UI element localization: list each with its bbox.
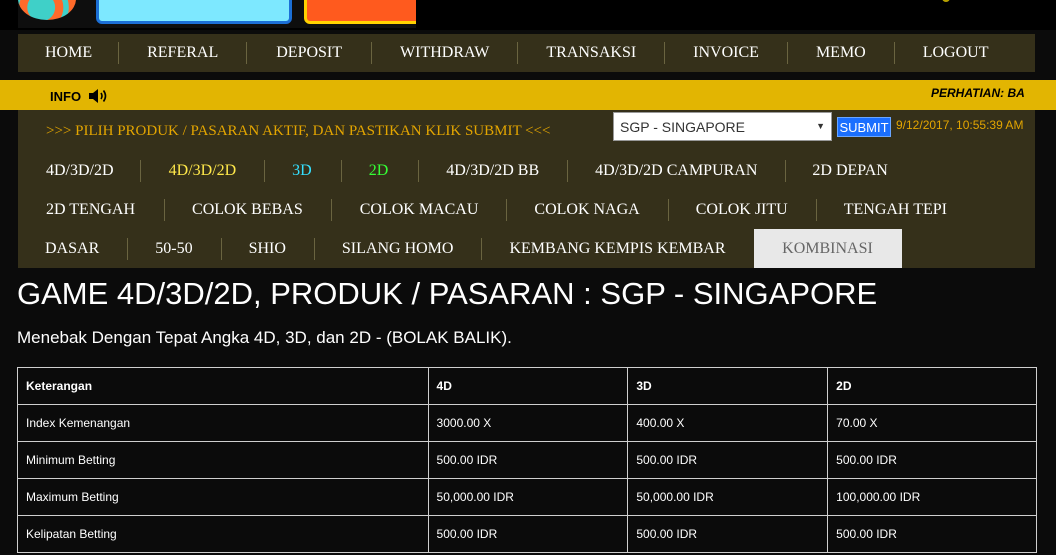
table-header-row: Keterangan 4D 3D 2D — [17, 367, 1037, 405]
submit-button[interactable]: SUBMIT — [837, 117, 891, 137]
game-tabs-row-1: 4D/3D/2D 4D/3D/2D 3D 2D 4D/3D/2D BB 4D/3… — [18, 151, 908, 190]
column-header: 3D — [627, 367, 829, 405]
table-cell: 500.00 IDR — [427, 441, 629, 479]
main-nav: HOME REFERAL DEPOSIT WITHDRAW TRANSAKSI … — [18, 34, 1035, 72]
status-dot-icon — [942, 0, 950, 2]
nav-deposit[interactable]: DEPOSIT — [247, 34, 371, 72]
tab-tengah-tepi[interactable]: TENGAH TEPI — [817, 190, 967, 229]
nav-withdraw[interactable]: WITHDRAW — [372, 34, 517, 72]
tab-4d3d2d-alt[interactable]: 4D/3D/2D — [141, 151, 265, 190]
table-cell: 70.00 X — [827, 404, 1037, 442]
nav-referal[interactable]: REFERAL — [119, 34, 246, 72]
game-tabs-row-2: 2D TENGAH COLOK BEBAS COLOK MACAU COLOK … — [18, 190, 967, 229]
tab-kembang-kempis-kembar[interactable]: KEMBANG KEMPIS KEMBAR — [482, 229, 753, 268]
market-select-value: SGP - SINGAPORE — [620, 119, 745, 135]
site-logo[interactable] — [18, 0, 416, 28]
game-rules-table: Keterangan 4D 3D 2D Index Kemenangan 300… — [17, 367, 1037, 553]
tab-2d-tengah[interactable]: 2D TENGAH — [18, 190, 164, 229]
market-select[interactable]: SGP - SINGAPORE ▼ — [613, 112, 832, 141]
info-bar: INFO PERHATIAN: BA — [0, 80, 1056, 110]
nav-invoice[interactable]: INVOICE — [665, 34, 787, 72]
server-datetime: 9/12/2017, 10:55:39 AM — [896, 118, 1024, 132]
table-row: Minimum Betting 500.00 IDR 500.00 IDR 50… — [17, 441, 1037, 479]
table-cell: Index Kemenangan — [17, 404, 429, 442]
column-header: 4D — [427, 367, 629, 405]
game-tabs-row-3: DASAR 50-50 SHIO SILANG HOMO KEMBANG KEM… — [18, 229, 902, 268]
column-header: Keterangan — [17, 367, 429, 405]
logo-wordmark-right — [304, 0, 416, 24]
chevron-down-icon: ▼ — [816, 121, 825, 131]
table-cell: 50,000.00 IDR — [627, 478, 829, 516]
select-instruction: >>> PILIH PRODUK / PASARAN AKTIF, DAN PA… — [46, 123, 551, 139]
table-row: Maximum Betting 50,000.00 IDR 50,000.00 … — [17, 478, 1037, 516]
tab-4d3d2d-campuran[interactable]: 4D/3D/2D CAMPURAN — [568, 151, 785, 190]
tab-dasar[interactable]: DASAR — [18, 229, 127, 268]
table-cell: Maximum Betting — [17, 478, 429, 516]
table-cell: 50,000.00 IDR — [427, 478, 629, 516]
tab-2d-depan[interactable]: 2D DEPAN — [786, 151, 907, 190]
table-cell: 500.00 IDR — [427, 515, 629, 553]
tab-colok-jitu[interactable]: COLOK JITU — [669, 190, 816, 229]
tab-shio[interactable]: SHIO — [222, 229, 314, 268]
lottery-ball-logo-icon — [18, 0, 76, 20]
table-cell: 500.00 IDR — [827, 441, 1037, 479]
tab-colok-macau[interactable]: COLOK MACAU — [332, 190, 507, 229]
tab-kombinasi[interactable]: KOMBINASI — [753, 229, 902, 268]
table-cell: 500.00 IDR — [627, 515, 829, 553]
logo-wordmark-left — [96, 0, 292, 24]
tab-50-50[interactable]: 50-50 — [128, 229, 220, 268]
announcement-marquee: PERHATIAN: BA — [931, 86, 1025, 100]
info-label: INFO — [50, 89, 82, 104]
nav-memo[interactable]: MEMO — [788, 34, 894, 72]
tab-2d[interactable]: 2D — [342, 151, 419, 190]
game-description: Menebak Dengan Tepat Angka 4D, 3D, dan 2… — [17, 328, 512, 347]
speaker-icon — [89, 89, 107, 103]
table-cell: 3000.00 X — [427, 404, 629, 442]
table-row: Kelipatan Betting 500.00 IDR 500.00 IDR … — [17, 515, 1037, 553]
table-cell: 100,000.00 IDR — [827, 478, 1037, 516]
tab-silang-homo[interactable]: SILANG HOMO — [315, 229, 482, 268]
header-band — [0, 0, 1056, 30]
page-title: GAME 4D/3D/2D, PRODUK / PASARAN : SGP - … — [17, 276, 878, 311]
table-cell: 500.00 IDR — [627, 441, 829, 479]
tab-4d3d2d[interactable]: 4D/3D/2D — [18, 151, 140, 190]
table-row: Index Kemenangan 3000.00 X 400.00 X 70.0… — [17, 404, 1037, 442]
tab-colok-bebas[interactable]: COLOK BEBAS — [165, 190, 331, 229]
table-cell: 500.00 IDR — [827, 515, 1037, 553]
tab-colok-naga[interactable]: COLOK NAGA — [507, 190, 667, 229]
column-header: 2D — [827, 367, 1037, 405]
nav-transaksi[interactable]: TRANSAKSI — [518, 34, 664, 72]
table-cell: 400.00 X — [627, 404, 829, 442]
table-cell: Minimum Betting — [17, 441, 429, 479]
nav-home[interactable]: HOME — [18, 34, 118, 72]
nav-logout[interactable]: LOGOUT — [895, 34, 1017, 72]
tab-4d3d2d-bb[interactable]: 4D/3D/2D BB — [419, 151, 567, 190]
table-cell: Kelipatan Betting — [17, 515, 429, 553]
tab-3d[interactable]: 3D — [265, 151, 341, 190]
